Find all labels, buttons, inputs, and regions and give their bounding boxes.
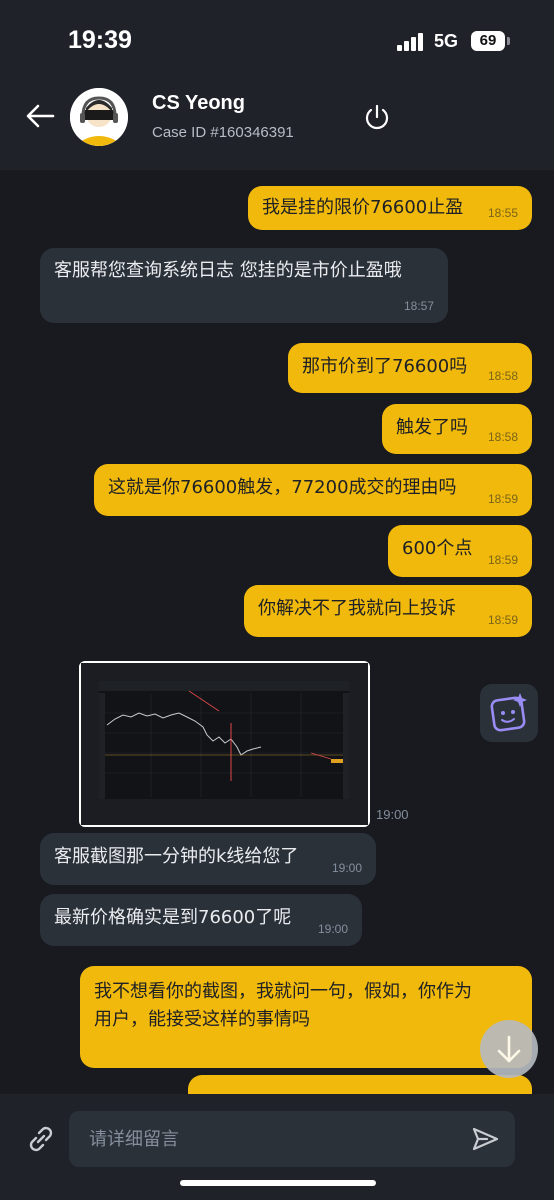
- message-time: 18:57: [403, 299, 434, 313]
- network-type: 5G: [434, 31, 459, 51]
- message-bubble-outgoing: 这就是你76600触发，77200成交的理由吗 18:59: [94, 464, 532, 516]
- case-id: Case ID #160346391: [152, 124, 294, 141]
- message-time: 19:00: [317, 922, 348, 936]
- message-bubble-outgoing: 我不想看你的截图，我就问一句，假如，你作为 用户，能接受这样的事情吗: [80, 966, 532, 1068]
- message-time: 19:00: [331, 861, 362, 875]
- message-time: 18:59: [487, 553, 518, 567]
- message-time: 18:55: [487, 206, 518, 220]
- message-time: 19:00: [376, 807, 409, 822]
- message-bubble-outgoing: 我是挂的限价76600止盈 18:55: [248, 186, 532, 230]
- message-text: 你解决不了我就向上投诉: [258, 598, 456, 619]
- message-text: 我是挂的限价76600止盈: [262, 197, 464, 218]
- message-time: 18:58: [487, 369, 518, 383]
- message-bubble-incoming: 客服帮您查询系统日志 您挂的是市价止盈哦 18:57: [40, 248, 448, 323]
- agent-name: CS Yeong: [152, 92, 245, 114]
- battery-tip: [507, 37, 510, 45]
- status-bar: 19:39 5G 69: [0, 0, 554, 80]
- chart-screenshot-thumbnail: [81, 663, 368, 825]
- ai-assistant-icon[interactable]: [480, 684, 538, 742]
- scroll-down-icon[interactable]: [480, 1020, 538, 1078]
- message-bubble-outgoing: 那市价到了76600吗 18:58: [288, 343, 532, 393]
- power-icon[interactable]: [362, 102, 392, 132]
- message-time: 18:58: [487, 430, 518, 444]
- avatar: [70, 88, 128, 146]
- message-text: 最新价格确实是到76600了呢: [54, 907, 292, 928]
- message-time: 18:59: [487, 613, 518, 627]
- message-text: 这就是你76600触发，77200成交的理由吗: [108, 477, 457, 498]
- back-arrow-icon[interactable]: [22, 98, 58, 134]
- message-input-container: [69, 1111, 515, 1167]
- chat-header: CS Yeong Case ID #160346391: [0, 80, 554, 170]
- signal-icon: [397, 33, 425, 51]
- message-bubble-incoming: 客服截图那一分钟的k线给您了 19:00: [40, 833, 376, 885]
- message-time: 18:59: [487, 492, 518, 506]
- message-bubble-outgoing: 触发了吗 18:58: [382, 404, 532, 454]
- message-text: 那市价到了76600吗: [302, 356, 468, 377]
- message-text: 触发了吗: [396, 417, 468, 438]
- send-icon[interactable]: [469, 1123, 501, 1155]
- message-input[interactable]: [69, 1111, 449, 1167]
- message-bubble-outgoing: 600个点 18:59: [388, 525, 532, 577]
- message-text-line-1: 我不想看你的截图，我就问一句，假如，你作为: [94, 981, 472, 1002]
- battery-level: 69: [471, 31, 505, 51]
- message-text: 客服帮您查询系统日志 您挂的是市价止盈哦: [54, 260, 402, 281]
- image-message[interactable]: [79, 661, 370, 827]
- message-text: 600个点: [402, 538, 473, 559]
- chat-messages[interactable]: 我是挂的限价76600止盈 18:55 客服帮您查询系统日志 您挂的是市价止盈哦…: [0, 170, 554, 1094]
- attach-link-icon[interactable]: [24, 1122, 58, 1156]
- home-indicator: [180, 1180, 376, 1186]
- message-text: 客服截图那一分钟的k线给您了: [54, 846, 299, 867]
- message-bubble-incoming: 最新价格确实是到76600了呢 19:00: [40, 894, 362, 946]
- message-bubble-outgoing: 你解决不了我就向上投诉 18:59: [244, 585, 532, 637]
- message-text-line-2: 用户，能接受这样的事情吗: [94, 1009, 310, 1030]
- status-time: 19:39: [68, 26, 132, 54]
